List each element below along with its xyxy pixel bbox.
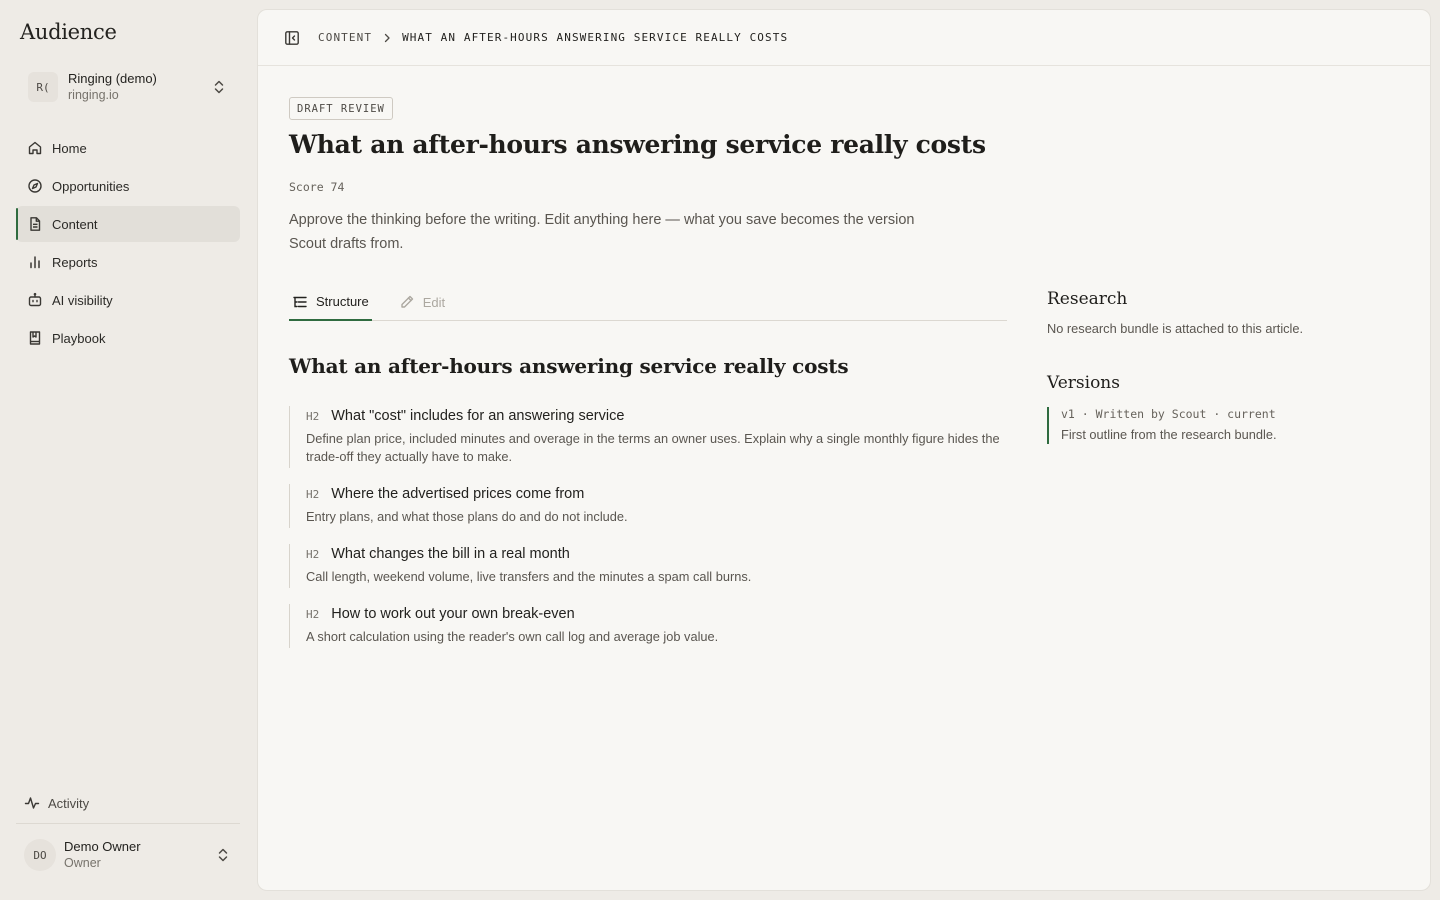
activity-pulse-icon <box>24 795 40 811</box>
sidebar-item-ai-visibility[interactable]: AI visibility <box>16 282 240 318</box>
user-name: Demo Owner <box>64 839 141 854</box>
versions-title: Versions <box>1047 373 1120 393</box>
workspace-domain: ringing.io <box>68 88 119 102</box>
outline-sections: H2 What "cost" includes for an answering… <box>289 406 1009 664</box>
research-panel: Research No research bundle is attached … <box>1047 289 1377 336</box>
sidebar-item-content[interactable]: Content <box>16 206 240 242</box>
score: Score 74 <box>289 180 345 194</box>
section-heading: What changes the bill in a real month <box>331 546 570 562</box>
section-heading: How to work out your own break-even <box>331 606 575 622</box>
sidebar-item-label: Opportunities <box>52 178 130 194</box>
sidebar-item-label: AI visibility <box>52 292 113 308</box>
chevron-right-icon <box>382 33 392 43</box>
workspace-name: Ringing (demo) <box>68 71 157 86</box>
divider <box>16 823 240 824</box>
sidebar-item-playbook[interactable]: Playbook <box>16 320 240 356</box>
heading-level: H2 <box>306 608 320 621</box>
tab-bar: Structure Edit <box>289 284 1007 321</box>
compass-icon <box>27 178 43 194</box>
bar-chart-icon <box>27 254 43 270</box>
sidebar-toggle-icon[interactable] <box>284 30 300 46</box>
section-heading: Where the advertised prices come from <box>331 486 585 502</box>
version-note: First outline from the research bundle. <box>1061 427 1277 442</box>
heading-level: H2 <box>306 410 320 423</box>
section-description: Entry plans, and what those plans do and… <box>306 509 628 524</box>
app-title: Audience <box>20 20 117 44</box>
outline-section[interactable]: H2 How to work out your own break-even A… <box>289 604 1009 648</box>
user-menu[interactable]: DO Demo Owner Owner <box>16 832 240 878</box>
version-item[interactable]: v1 · Written by Scout · current First ou… <box>1047 407 1377 444</box>
research-empty-text: No research bundle is attached to this a… <box>1047 321 1304 336</box>
sidebar-nav: Home Opportunities Content Reports AI vi… <box>16 130 240 358</box>
sidebar-item-home[interactable]: Home <box>16 130 240 166</box>
status-badge: DRAFT REVIEW <box>289 97 393 120</box>
outline-section[interactable]: H2 Where the advertised prices come from… <box>289 484 1009 528</box>
workspace-switcher[interactable]: R( Ringing (demo) ringing.io <box>16 64 240 110</box>
section-heading: What "cost" includes for an answering se… <box>331 408 625 424</box>
versions-panel: Versions v1 · Written by Scout · current… <box>1047 373 1377 444</box>
sidebar-item-opportunities[interactable]: Opportunities <box>16 168 240 204</box>
tab-label: Edit <box>422 294 446 310</box>
tab-edit[interactable]: Edit <box>396 284 448 320</box>
sidebar-item-label: Content <box>52 216 98 232</box>
tab-label: Structure <box>316 294 369 309</box>
sidebar-item-label: Playbook <box>52 330 106 346</box>
robot-icon <box>27 292 43 308</box>
section-description: A short calculation using the reader's o… <box>306 629 719 644</box>
activity-label: Activity <box>48 795 90 811</box>
intro-text: Approve the thinking before the writing.… <box>289 212 915 252</box>
activity-link[interactable]: Activity <box>16 786 240 820</box>
pencil-icon <box>399 294 415 310</box>
research-title: Research <box>1047 289 1128 309</box>
home-icon <box>27 140 43 156</box>
heading-level: H2 <box>306 548 320 561</box>
list-tree-icon <box>292 294 308 310</box>
outline-section[interactable]: H2 What "cost" includes for an answering… <box>289 406 1009 468</box>
breadcrumb-content[interactable]: CONTENT <box>318 31 372 44</box>
tab-structure[interactable]: Structure <box>289 284 372 321</box>
main-panel: CONTENT WHAT AN AFTER-HOURS ANSWERING SE… <box>257 9 1431 891</box>
version-meta: v1 · Written by Scout · current <box>1061 407 1276 421</box>
sidebar: Audience R( Ringing (demo) ringing.io Ho… <box>0 0 256 900</box>
outline-title: What an after-hours answering service re… <box>289 354 849 378</box>
section-description: Call length, weekend volume, live transf… <box>306 569 752 584</box>
heading-level: H2 <box>306 488 320 501</box>
document-icon <box>27 216 43 232</box>
avatar: DO <box>24 839 56 871</box>
section-description: Define plan price, included minutes and … <box>306 431 1000 464</box>
chevrons-up-down-icon <box>216 847 230 868</box>
top-bar: CONTENT WHAT AN AFTER-HOURS ANSWERING SE… <box>258 10 1430 66</box>
outline-section[interactable]: H2 What changes the bill in a real month… <box>289 544 1009 588</box>
book-icon <box>27 330 43 346</box>
chevrons-up-down-icon <box>212 79 226 100</box>
sidebar-item-label: Reports <box>52 254 98 270</box>
workspace-avatar: R( <box>28 72 58 102</box>
sidebar-item-label: Home <box>52 140 87 156</box>
sidebar-item-reports[interactable]: Reports <box>16 244 240 280</box>
breadcrumb-current: WHAT AN AFTER-HOURS ANSWERING SERVICE RE… <box>402 31 789 44</box>
page-title: What an after-hours answering service re… <box>289 130 986 159</box>
user-role: Owner <box>64 856 101 870</box>
